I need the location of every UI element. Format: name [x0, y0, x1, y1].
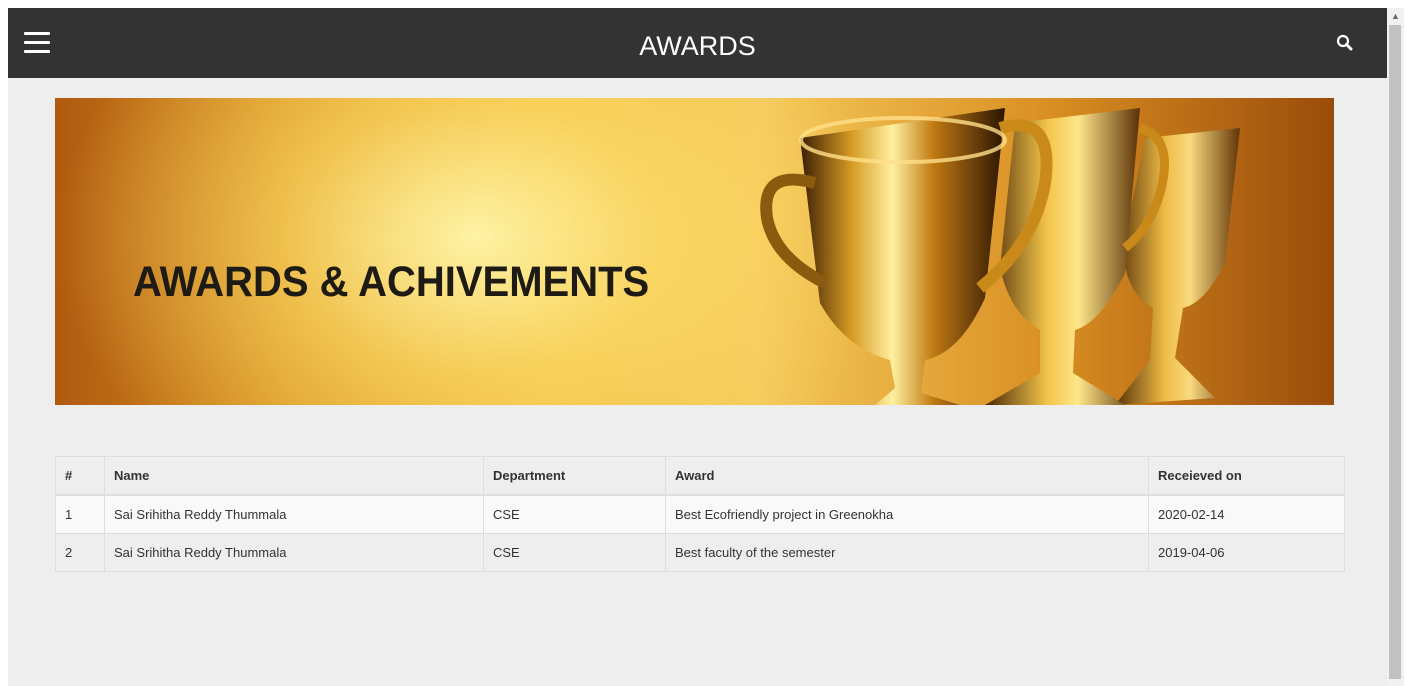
top-navigation-bar: AWARDS — [8, 8, 1387, 78]
table-row: 1 Sai Srihitha Reddy Thummala CSE Best E… — [55, 494, 1345, 534]
scrollbar-thumb[interactable] — [1389, 25, 1401, 679]
row-name: Sai Srihitha Reddy Thummala — [104, 533, 484, 572]
row-name: Sai Srihitha Reddy Thummala — [104, 494, 484, 534]
row-number: 1 — [55, 494, 105, 534]
row-award: Best Ecofriendly project in Greenokha — [665, 494, 1149, 534]
search-icon[interactable] — [1335, 33, 1355, 53]
row-received-on: 2020-02-14 — [1148, 494, 1345, 534]
column-header-name: Name — [104, 456, 484, 496]
awards-banner: AWARDS & ACHIVEMENTS — [55, 98, 1334, 405]
column-header-number: # — [55, 456, 105, 496]
row-award: Best faculty of the semester — [665, 533, 1149, 572]
page-title: AWARDS — [639, 31, 756, 61]
table-header-row: # Name Department Award Receieved on — [55, 456, 1345, 496]
page-viewport: AWARDS AWARDS & ACHIVEMENTS — [8, 8, 1387, 686]
window-edge — [0, 8, 8, 686]
trophies-image — [760, 108, 1240, 405]
column-header-award: Award — [665, 456, 1149, 496]
row-department: CSE — [483, 533, 666, 572]
scroll-up-arrow-icon[interactable]: ▲ — [1387, 8, 1404, 25]
vertical-scrollbar[interactable]: ▲ — [1387, 8, 1404, 686]
column-header-received-on: Receieved on — [1148, 456, 1345, 496]
awards-table: # Name Department Award Receieved on 1 S… — [55, 456, 1345, 572]
row-number: 2 — [55, 533, 105, 572]
row-received-on: 2019-04-06 — [1148, 533, 1345, 572]
row-department: CSE — [483, 494, 666, 534]
table-row: 2 Sai Srihitha Reddy Thummala CSE Best f… — [55, 533, 1345, 572]
banner-title: AWARDS & ACHIVEMENTS — [133, 258, 650, 306]
column-header-department: Department — [483, 456, 666, 496]
